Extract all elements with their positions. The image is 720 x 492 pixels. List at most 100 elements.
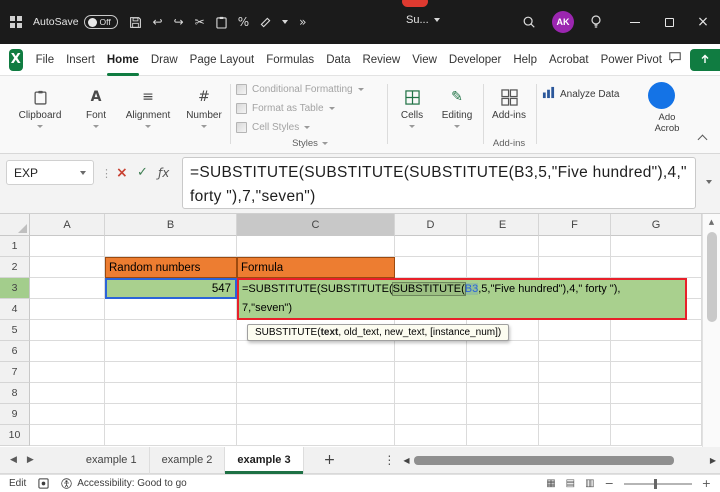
column-header-b[interactable]: B (105, 214, 237, 236)
autosave-control[interactable]: AutoSave Off (33, 15, 118, 29)
grid-cell[interactable] (539, 320, 611, 341)
grid-cell[interactable] (467, 362, 539, 383)
font-group-button[interactable]: A Font (70, 81, 122, 145)
grid-cell[interactable] (237, 341, 395, 362)
redo-icon[interactable]: ↪ (174, 15, 184, 29)
page-layout-view-icon[interactable]: ▤ (566, 478, 575, 489)
row-header-4[interactable]: 4 (0, 299, 30, 320)
grid-cell[interactable] (539, 404, 611, 425)
clipboard-group-button[interactable]: Clipboard (14, 81, 66, 145)
grid-cell[interactable] (105, 404, 237, 425)
lightbulb-icon[interactable] (590, 15, 602, 29)
cell-styles-button[interactable]: Cell Styles (236, 118, 384, 137)
grid-cell[interactable] (30, 257, 105, 278)
chevron-down-icon[interactable] (282, 20, 288, 24)
zoom-in-icon[interactable]: + (702, 477, 711, 490)
grid-cell[interactable] (395, 257, 467, 278)
row-header-3[interactable]: 3 (0, 278, 30, 299)
grid-cell[interactable] (105, 320, 237, 341)
grid-cell[interactable] (30, 404, 105, 425)
grid-cell[interactable] (467, 383, 539, 404)
styles-group-label[interactable]: Styles (236, 138, 384, 149)
vertical-scrollbar[interactable]: ▲ (702, 214, 720, 447)
row-header-7[interactable]: 7 (0, 362, 30, 383)
grid-cell[interactable] (105, 383, 237, 404)
grid-cell[interactable] (539, 425, 611, 446)
menu-tab-developer[interactable]: Developer (443, 44, 507, 76)
menu-tab-power-pivot[interactable]: Power Pivot (595, 44, 668, 76)
collapse-ribbon-icon[interactable] (698, 135, 708, 145)
horizontal-scrollbar-track[interactable] (412, 455, 706, 466)
grid-cell[interactable] (539, 341, 611, 362)
grid-cell[interactable] (467, 236, 539, 257)
format-painter-icon[interactable] (260, 17, 271, 28)
zoom-slider-thumb[interactable] (654, 479, 657, 489)
grid-cell[interactable] (395, 404, 467, 425)
scroll-up-icon[interactable]: ▲ (709, 218, 714, 226)
percent-style-icon[interactable]: % (238, 15, 249, 29)
sheet-tab-example-1[interactable]: example 1 (74, 447, 150, 474)
grid-cell[interactable] (105, 236, 237, 257)
row-header-2[interactable]: 2 (0, 257, 30, 278)
grid-cell[interactable] (611, 341, 702, 362)
menu-tab-data[interactable]: Data (320, 44, 356, 76)
column-header-d[interactable]: D (395, 214, 467, 236)
insert-function-icon[interactable]: ƒx (158, 166, 169, 180)
grid-cell[interactable] (539, 362, 611, 383)
add-sheet-button[interactable]: + (324, 452, 336, 468)
grid-cell[interactable] (611, 404, 702, 425)
share-button[interactable] (690, 49, 720, 71)
minimize-button[interactable] (618, 0, 652, 44)
format-as-table-button[interactable]: Format as Table (236, 99, 384, 118)
comments-icon[interactable] (668, 51, 682, 69)
grid-cell[interactable] (467, 404, 539, 425)
cell-b2[interactable]: Random numbers (105, 257, 237, 278)
grid-cell[interactable] (467, 341, 539, 362)
formula-bar-expand-icon[interactable] (706, 180, 712, 184)
autosave-toggle[interactable]: Off (84, 15, 118, 29)
grid-cell[interactable] (30, 236, 105, 257)
menu-tab-view[interactable]: View (406, 44, 443, 76)
sheet-tab-example-2[interactable]: example 2 (150, 447, 226, 474)
normal-view-icon[interactable]: ▦ (546, 478, 555, 489)
sheet-tab-example-3[interactable]: example 3 (225, 447, 303, 474)
scroll-left-icon[interactable]: ◀ (403, 456, 409, 465)
grid-cell[interactable] (611, 425, 702, 446)
grid-cell[interactable] (395, 236, 467, 257)
grid-cell[interactable] (30, 383, 105, 404)
menu-tab-page-layout[interactable]: Page Layout (184, 44, 261, 76)
qat-overflow-icon[interactable]: » (299, 15, 306, 29)
grid-cell[interactable] (237, 383, 395, 404)
menu-tab-file[interactable]: File (30, 44, 61, 76)
avatar[interactable]: AK (552, 11, 574, 33)
row-header-5[interactable]: 5 (0, 320, 30, 341)
grid-cell[interactable] (105, 341, 237, 362)
row-header-8[interactable]: 8 (0, 383, 30, 404)
grid-cell[interactable] (30, 341, 105, 362)
macro-record-icon[interactable] (38, 478, 49, 489)
menu-tab-review[interactable]: Review (356, 44, 406, 76)
cell-c2[interactable]: Formula (237, 257, 395, 278)
alignment-group-button[interactable]: ≡ Alignment (122, 81, 174, 145)
select-all-corner[interactable] (0, 214, 30, 236)
grid-cell[interactable] (395, 383, 467, 404)
grid-cell[interactable] (30, 278, 105, 299)
formula-input[interactable]: =SUBSTITUTE(SUBSTITUTE(SUBSTITUTE(B3,5,"… (182, 157, 696, 209)
paste-icon[interactable] (216, 16, 227, 29)
grid-cell[interactable] (539, 236, 611, 257)
close-button[interactable]: × (686, 0, 720, 44)
page-break-view-icon[interactable]: ▥ (585, 478, 594, 489)
grid-cell[interactable] (30, 362, 105, 383)
horizontal-scrollbar[interactable]: ◀ ▶ (403, 455, 716, 466)
cancel-icon[interactable]: × (116, 165, 128, 181)
name-box[interactable]: EXP (6, 160, 94, 185)
sheet-options-icon[interactable]: ⋮ (383, 453, 395, 467)
menu-tab-home[interactable]: Home (101, 44, 145, 76)
grid-cell[interactable] (611, 320, 702, 341)
cell-c3-editing[interactable]: =SUBSTITUTE(SUBSTITUTE(SUBSTITUTE(B3,5,"… (237, 278, 687, 320)
zoom-slider[interactable] (624, 479, 692, 489)
grid-cell[interactable] (539, 257, 611, 278)
grid-cell[interactable] (30, 299, 105, 320)
column-header-g[interactable]: G (611, 214, 702, 236)
sheet-nav-left-icon[interactable]: ◀ (10, 455, 17, 465)
